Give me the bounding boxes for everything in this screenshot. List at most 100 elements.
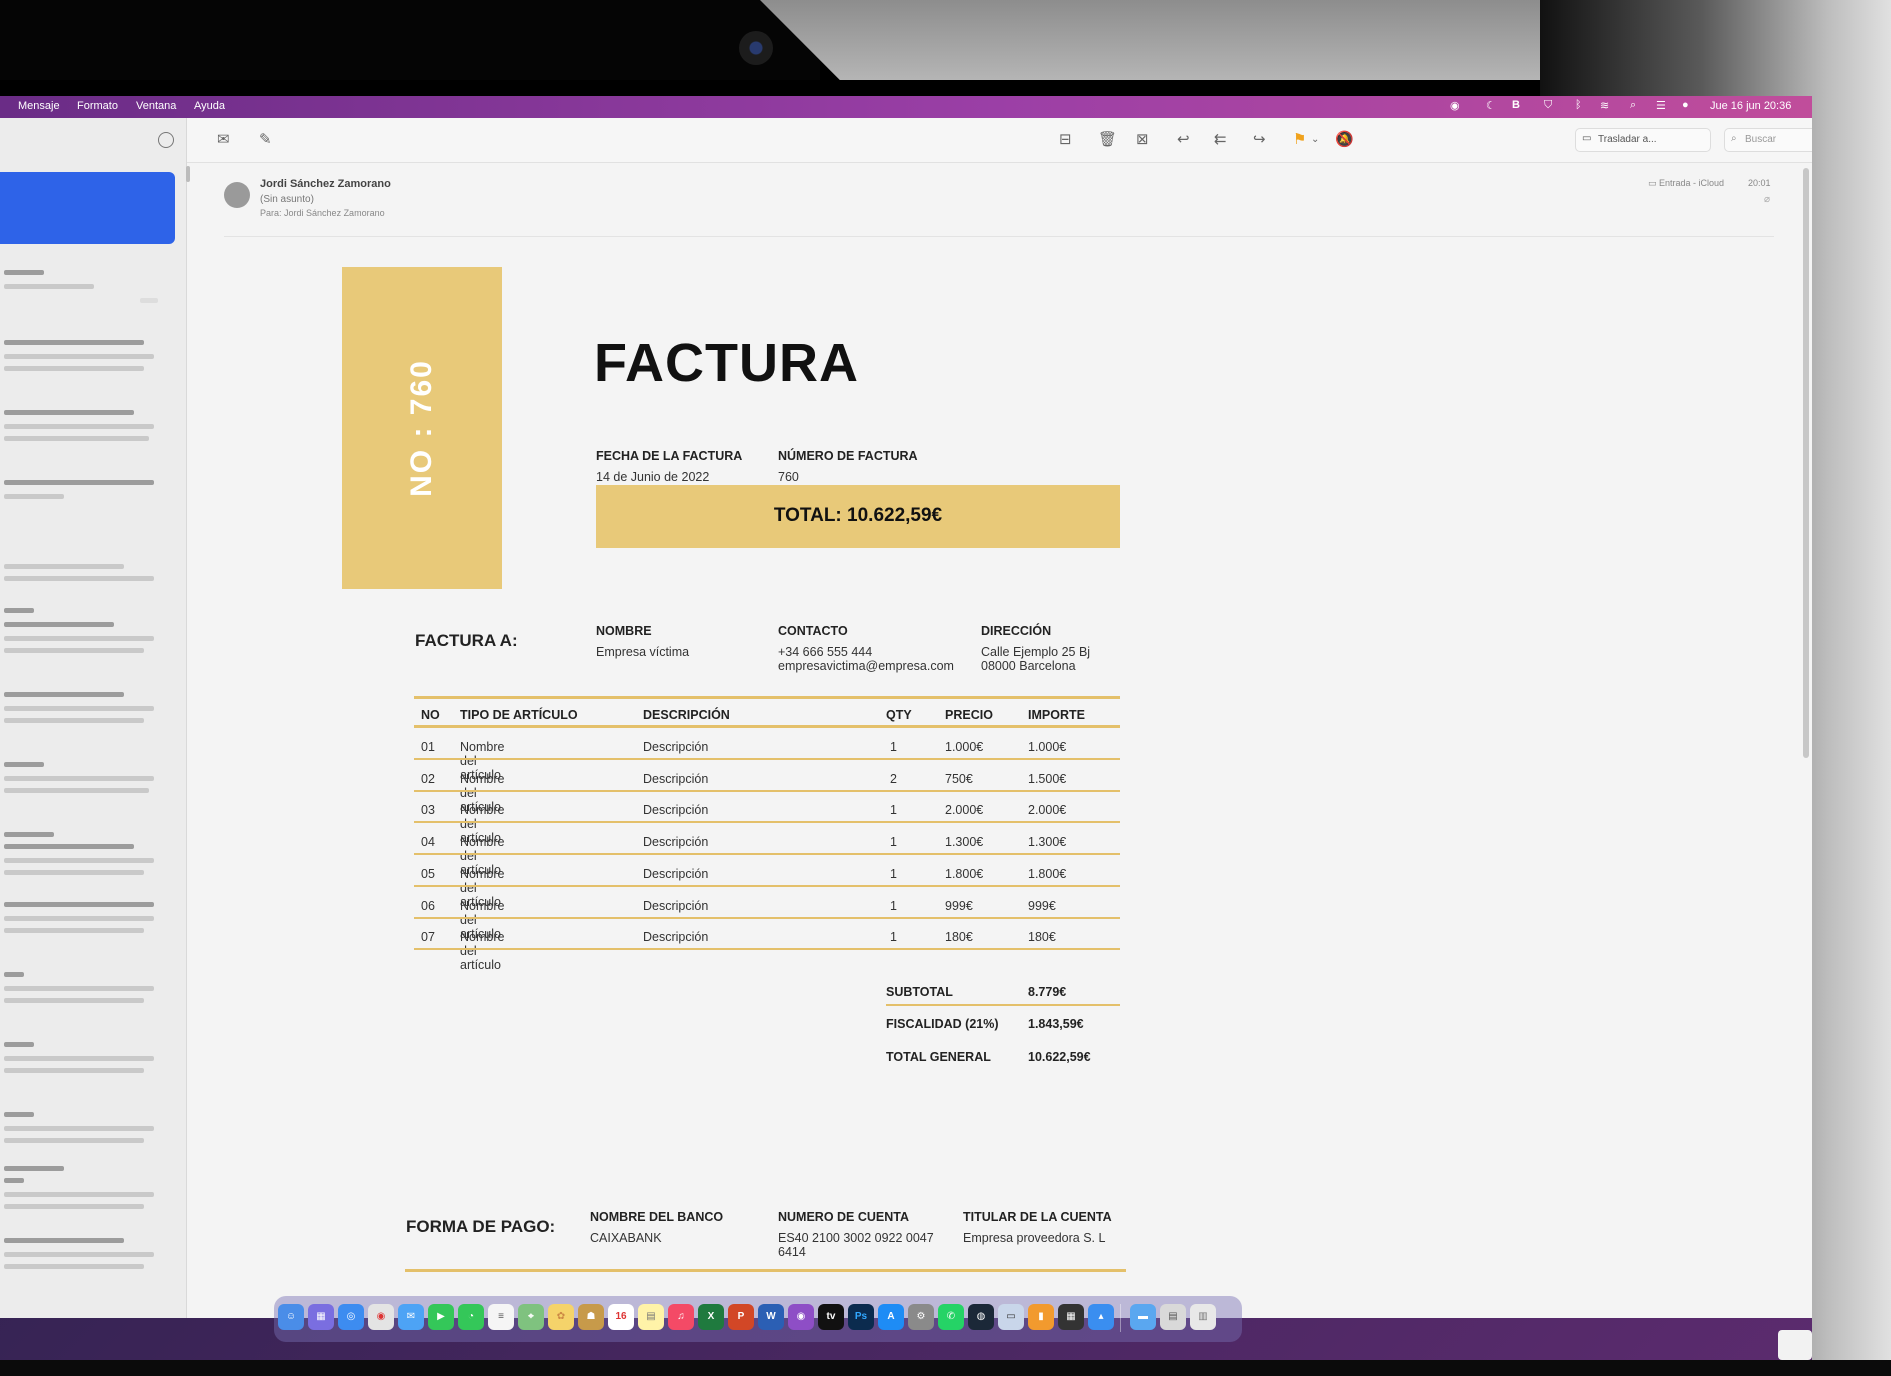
row-qty: 1 xyxy=(890,803,897,818)
grand-total-value: 10.622,59€ xyxy=(1028,1050,1091,1064)
bill-to-email[interactable]: empresavictima@empresa.com xyxy=(778,659,954,673)
mail-window: ✉ ✎ ⊟ 🗑 ⊠ ↩ ⇇ ↪ ⚑ ⌄ 🔕 ▭ Trasladar a... ⌕… xyxy=(0,118,1812,1318)
invoice-side-number: NO : 760 xyxy=(405,359,438,497)
bill-to-phone: +34 666 555 444 xyxy=(778,645,873,659)
wifi-icon[interactable]: ≋ xyxy=(1600,99,1609,112)
row-price: 180€ xyxy=(945,930,973,945)
bank-name-value: CAIXABANK xyxy=(590,1231,662,1245)
row-price: 750€ xyxy=(945,771,973,786)
subtotal-rule xyxy=(886,1004,1120,1006)
safari-icon[interactable]: ◎ xyxy=(338,1304,364,1330)
keynote-icon[interactable]: ▴ xyxy=(1088,1304,1114,1330)
account-holder-value: Empresa proveedora S. L xyxy=(963,1231,1106,1245)
facetime-icon[interactable]: ▶ xyxy=(428,1304,454,1330)
bbedit-icon[interactable]: B xyxy=(1512,99,1520,111)
bezel-top xyxy=(0,0,820,80)
bluetooth-icon[interactable]: ᛒ xyxy=(1575,99,1582,111)
row-qty: 1 xyxy=(890,898,897,913)
whatsapp-icon[interactable]: ✆ xyxy=(938,1304,964,1330)
table-row-rule xyxy=(414,948,1120,951)
bill-to-name-value: Empresa víctima xyxy=(596,645,690,659)
row-description: Descripción xyxy=(643,866,709,881)
finder-icon[interactable]: ☺ xyxy=(278,1304,304,1330)
mail-icon[interactable]: ✉ xyxy=(398,1304,424,1330)
contacts-icon[interactable]: ☗ xyxy=(578,1304,604,1330)
menu-clock[interactable]: Jue 16 jun 20:36 xyxy=(1710,100,1791,112)
maps-icon[interactable]: ⌖ xyxy=(518,1304,544,1330)
menu-formato[interactable]: Formato xyxy=(77,100,118,112)
powerpoint-icon[interactable]: P xyxy=(728,1304,754,1330)
apple-tv-icon[interactable]: tv xyxy=(818,1304,844,1330)
menu-mensaje[interactable]: Mensaje xyxy=(18,100,60,112)
table-row-rule xyxy=(414,853,1120,856)
camera xyxy=(739,31,773,65)
calculator-icon[interactable]: ▦ xyxy=(1058,1304,1084,1330)
documents-stack-icon[interactable]: ▤ xyxy=(1160,1304,1186,1330)
dock-divider xyxy=(1120,1304,1121,1332)
launchpad-icon[interactable]: ▦ xyxy=(308,1304,334,1330)
payment-rule xyxy=(405,1269,1126,1272)
bill-to-heading: FACTURA A: xyxy=(415,631,518,650)
table-header-rule xyxy=(414,725,1120,728)
row-qty: 1 xyxy=(890,930,897,945)
bill-to-name-label: NOMBRE xyxy=(596,624,652,638)
calendar-icon[interactable]: 16 xyxy=(608,1304,634,1330)
row-price: 1.000€ xyxy=(945,740,984,754)
trash-icon[interactable]: ▥ xyxy=(1190,1304,1216,1330)
word-icon[interactable]: W xyxy=(758,1304,784,1330)
menu-ventana[interactable]: Ventana xyxy=(136,100,176,112)
row-amount: 1.500€ xyxy=(1028,771,1067,786)
system-preferences-icon[interactable]: ⚙ xyxy=(908,1304,934,1330)
total-banner: TOTAL: 10.622,59€ xyxy=(596,485,1120,548)
row-qty: 1 xyxy=(890,835,897,850)
tax-label: FISCALIDAD (21%) xyxy=(886,1017,999,1031)
messages-icon[interactable]: ◔ xyxy=(458,1304,484,1330)
photos-icon[interactable]: ✿ xyxy=(548,1304,574,1330)
moon-icon[interactable]: ☾ xyxy=(1486,99,1496,112)
status-app-icon[interactable]: ◉ xyxy=(1450,99,1460,112)
total-banner-text: TOTAL: 10.622,59€ xyxy=(773,505,943,526)
excel-icon[interactable]: X xyxy=(698,1304,724,1330)
row-no: 06 xyxy=(421,898,435,913)
table-row-rule xyxy=(414,821,1120,824)
row-description: Descripción xyxy=(643,835,709,850)
row-description: Descripción xyxy=(643,740,709,754)
screen-sharing-icon[interactable]: ▭ xyxy=(998,1304,1024,1330)
music-icon[interactable]: ♫ xyxy=(668,1304,694,1330)
table-top-rule xyxy=(414,696,1120,699)
shield-icon[interactable]: ⛉ xyxy=(1544,99,1552,112)
bill-to-address-line2: 08000 Barcelona xyxy=(981,659,1076,673)
notes-icon[interactable]: ▤ xyxy=(638,1304,664,1330)
photoshop-icon[interactable]: Ps xyxy=(848,1304,874,1330)
row-price: 999€ xyxy=(945,898,973,913)
invoice-number-label: NÚMERO DE FACTURA xyxy=(778,449,918,463)
control-center-icon[interactable]: ☰ xyxy=(1656,99,1666,112)
downloads-folder-icon[interactable]: ▬ xyxy=(1130,1304,1156,1330)
steam-icon[interactable]: ◍ xyxy=(968,1304,994,1330)
search-icon[interactable]: ⌕ xyxy=(1630,99,1636,112)
chrome-icon[interactable]: ◉ xyxy=(368,1304,394,1330)
col-header-qty: QTY xyxy=(886,708,912,722)
account-number-line2: 6414 xyxy=(778,1245,806,1259)
siri-icon[interactable]: ● xyxy=(1682,99,1689,111)
subtotal-value: 8.779€ xyxy=(1028,985,1067,999)
row-amount: 1.300€ xyxy=(1028,835,1067,850)
col-header-no: NO xyxy=(421,708,440,722)
row-description: Descripción xyxy=(643,930,709,945)
invoice-date-value: 14 de Junio de 2022 xyxy=(596,470,710,484)
row-qty: 2 xyxy=(890,771,897,786)
books-icon[interactable]: ▮ xyxy=(1028,1304,1054,1330)
menu-ayuda[interactable]: Ayuda xyxy=(194,100,225,112)
app-store-icon[interactable]: A xyxy=(878,1304,904,1330)
row-qty: 1 xyxy=(890,740,897,754)
notification-widget[interactable] xyxy=(1778,1330,1812,1360)
row-price: 1.800€ xyxy=(945,866,984,881)
payment-heading: FORMA DE PAGO: xyxy=(406,1217,556,1236)
row-amount: 1.800€ xyxy=(1028,866,1067,881)
row-description: Descripción xyxy=(643,771,709,786)
row-no: 03 xyxy=(421,803,435,818)
reminders-icon[interactable]: ≡ xyxy=(488,1304,514,1330)
podcasts-icon[interactable]: ◉ xyxy=(788,1304,814,1330)
col-header-amount: IMPORTE xyxy=(1028,708,1085,722)
row-description: Descripción xyxy=(643,898,709,913)
